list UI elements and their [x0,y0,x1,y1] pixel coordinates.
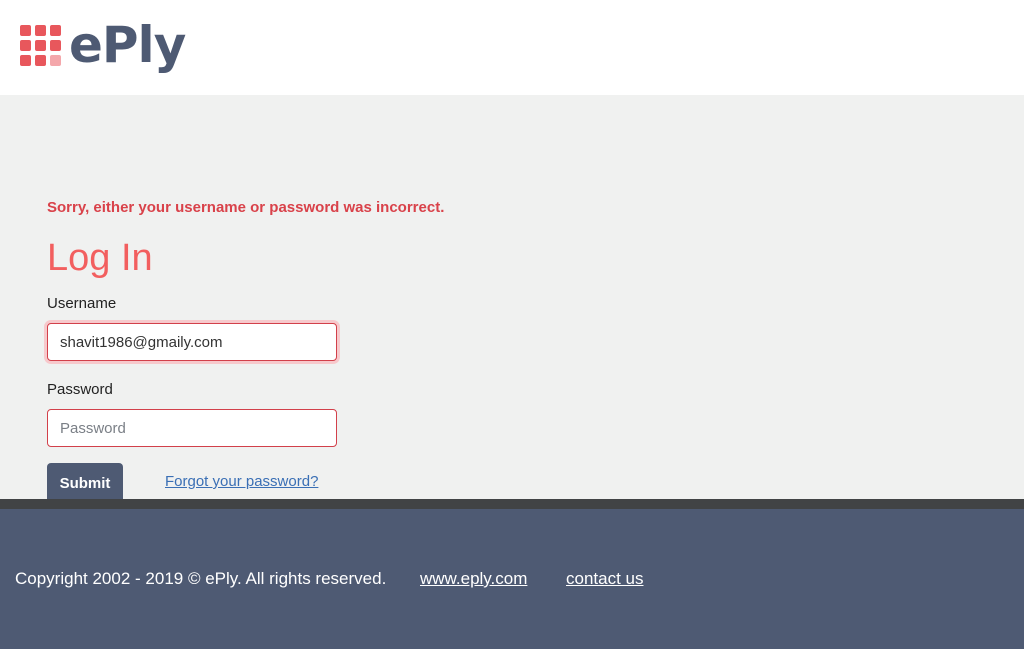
contact-us-link[interactable]: contact us [566,569,644,589]
logo-text: ePly [69,16,186,74]
login-error-message: Sorry, either your username or password … [47,199,445,216]
forgot-password-link[interactable]: Forgot your password? [165,473,318,490]
password-label: Password [47,381,113,398]
header: ePly [0,0,1024,95]
logo-grid-icon [20,24,61,66]
username-input[interactable]: shavit1986@gmaily.com [47,323,337,361]
password-input[interactable]: Password [47,409,337,447]
page-title: Log In [47,237,153,279]
copyright-text: Copyright 2002 - 2019 © ePly. All rights… [15,569,387,588]
submit-button[interactable]: Submit [47,463,123,503]
eply-logo[interactable]: ePly [20,16,186,74]
password-placeholder: Password [60,419,126,437]
username-label: Username [47,295,117,312]
username-value: shavit1986@gmaily.com [60,333,223,351]
footer: Copyright 2002 - 2019 © ePly. All rights… [0,509,1024,649]
website-link[interactable]: www.eply.com [420,569,527,589]
footer-divider [0,499,1024,509]
login-section: Sorry, either your username or password … [0,95,1024,503]
